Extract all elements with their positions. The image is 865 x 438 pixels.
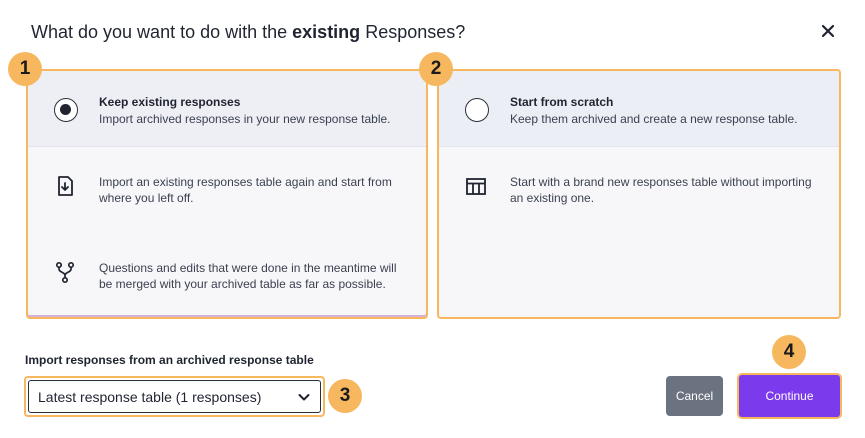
step-badge-3: 3	[328, 379, 362, 413]
merge-icon	[53, 260, 77, 284]
option-keep-subtitle: Import archived responses in your new re…	[99, 112, 391, 126]
option-keep-title: Keep existing responses	[99, 95, 241, 109]
step-badge-4: 4	[772, 335, 806, 369]
option-keep-text: Keep existing responses Import archived …	[99, 95, 391, 127]
archived-table-select[interactable]: Latest response table (1 responses)	[24, 376, 325, 417]
close-icon[interactable]	[819, 22, 837, 40]
radio-keep-existing[interactable]	[54, 98, 78, 122]
dialog-title: What do you want to do with the existing…	[31, 22, 466, 42]
select-value: Latest response table (1 responses)	[38, 388, 262, 405]
feature-text: Start with a brand new responses table w…	[510, 175, 812, 205]
option-scratch-subtitle: Keep them archived and create a new resp…	[510, 112, 798, 126]
continue-button[interactable]: Continue	[737, 373, 842, 419]
option-scratch-header[interactable]: Start from scratch Keep them archived an…	[439, 71, 839, 147]
option-scratch-text: Start from scratch Keep them archived an…	[510, 95, 798, 127]
cancel-button[interactable]: Cancel	[666, 376, 723, 416]
option-keep-header[interactable]: Keep existing responses Import archived …	[28, 71, 426, 147]
table-icon	[464, 174, 488, 198]
feature-text: Questions and edits that were done in th…	[99, 261, 397, 291]
download-file-icon	[53, 174, 77, 198]
chevron-down-icon	[297, 390, 311, 404]
option-start-scratch[interactable]: Start from scratch Keep them archived an…	[437, 69, 841, 319]
feature-text: Import an existing responses table again…	[99, 175, 392, 205]
import-label: Import responses from an archived respon…	[25, 353, 314, 367]
radio-start-scratch[interactable]	[465, 98, 489, 122]
import-responses-dialog: What do you want to do with the existing…	[0, 0, 865, 438]
option-scratch-title: Start from scratch	[510, 95, 614, 109]
step-badge-1: 1	[8, 52, 42, 86]
option-keep-existing[interactable]: Keep existing responses Import archived …	[26, 69, 428, 319]
step-badge-2: 2	[419, 52, 453, 86]
